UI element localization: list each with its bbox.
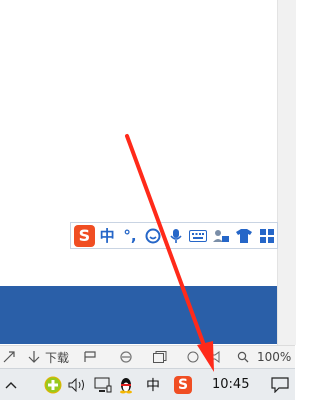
face-icon[interactable] bbox=[142, 225, 163, 247]
zoom-level[interactable]: 100% bbox=[257, 350, 291, 364]
notification-icon[interactable] bbox=[271, 376, 290, 393]
user-card-icon[interactable] bbox=[211, 225, 232, 247]
microphone-icon[interactable] bbox=[165, 225, 186, 247]
input-mode-indicator[interactable]: 中 bbox=[146, 375, 160, 395]
shirt-icon[interactable] bbox=[233, 225, 254, 247]
window-icon[interactable] bbox=[153, 351, 167, 363]
accent-banner bbox=[0, 286, 277, 344]
sound-icon[interactable] bbox=[187, 351, 199, 363]
download-button[interactable]: 下载 bbox=[28, 349, 69, 366]
vertical-scrollbar[interactable] bbox=[277, 0, 296, 345]
grid-icon[interactable] bbox=[256, 225, 277, 247]
flag-icon[interactable] bbox=[83, 351, 97, 363]
security-plus-icon[interactable] bbox=[44, 376, 62, 394]
punctuation-toggle[interactable]: °, bbox=[120, 225, 141, 247]
ime-mode-toggle[interactable]: 中 bbox=[97, 225, 118, 247]
volume-icon[interactable] bbox=[68, 377, 88, 392]
taskbar: 中 S 10:45 bbox=[0, 368, 295, 400]
download-icon bbox=[28, 350, 40, 364]
clock[interactable]: 10:45 bbox=[212, 377, 249, 392]
zoom-icon[interactable] bbox=[237, 351, 249, 363]
sogou-logo-button[interactable]: S bbox=[74, 224, 95, 247]
qq-penguin-icon[interactable] bbox=[118, 376, 134, 394]
mute-icon[interactable] bbox=[211, 351, 223, 363]
keyboard-icon[interactable] bbox=[188, 225, 209, 247]
ie-icon[interactable] bbox=[119, 350, 133, 364]
download-label: 下载 bbox=[45, 350, 70, 365]
chevron-up-icon[interactable] bbox=[0, 381, 22, 389]
network-icon[interactable] bbox=[94, 377, 112, 393]
sogou-tray-icon[interactable]: S bbox=[174, 375, 192, 394]
ime-toolbar[interactable]: S 中 °, bbox=[70, 222, 278, 249]
status-bar: 下载 100% bbox=[0, 345, 295, 368]
share-icon[interactable] bbox=[0, 351, 18, 363]
